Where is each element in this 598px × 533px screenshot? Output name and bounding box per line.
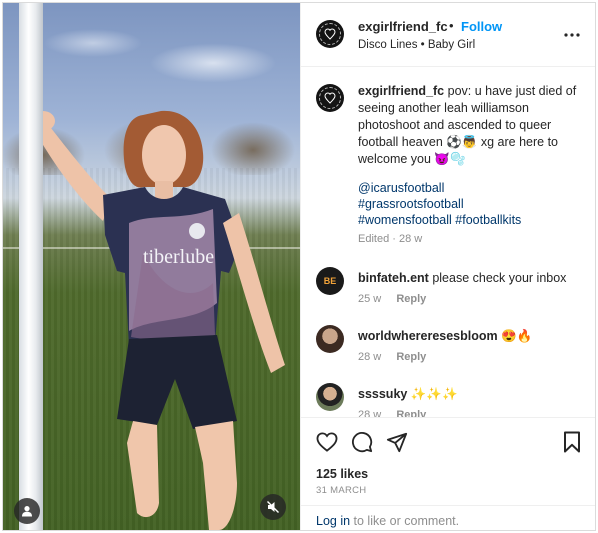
- tagged-users-button[interactable]: [14, 498, 40, 524]
- comment-username[interactable]: ssssuky: [358, 387, 407, 401]
- send-icon: [386, 432, 408, 453]
- likes-count[interactable]: 125 likes: [316, 467, 368, 481]
- hashtag-link[interactable]: #grassrootsfootball: [358, 196, 584, 212]
- comment-username[interactable]: worldwhereresesbloom: [358, 329, 498, 343]
- comment-text: binfateh.ent please check your inbox: [358, 271, 566, 285]
- more-horizontal-icon: [564, 33, 580, 37]
- reply-button[interactable]: Reply: [396, 293, 426, 305]
- caption-tags: @icarusfootball #grassrootsfootball #wom…: [358, 180, 584, 228]
- header-separator: •: [449, 18, 454, 33]
- share-button[interactable]: [385, 430, 409, 454]
- reply-button[interactable]: Reply: [396, 351, 426, 363]
- speaker-muted-icon: [267, 501, 279, 513]
- post-date[interactable]: 31 MARCH: [316, 485, 366, 496]
- post-side-panel: exgirlfriend_fc • Follow Disco Lines • B…: [300, 3, 595, 530]
- heart-icon: [316, 432, 338, 452]
- comment-meta: 25 w Reply: [358, 293, 426, 305]
- mute-button[interactable]: [260, 494, 286, 520]
- shirt-sponsor-text: tiberlube: [143, 246, 214, 268]
- more-options-button[interactable]: [562, 25, 582, 45]
- like-button[interactable]: [315, 430, 339, 454]
- comment-body: please check your inbox: [432, 271, 567, 285]
- comment-item: worldwhereresesbloom 😍🔥 28 w Reply: [301, 325, 595, 385]
- comment-time: 25 w: [358, 293, 382, 305]
- caption-avatar[interactable]: [316, 84, 344, 112]
- avatar[interactable]: BE: [316, 267, 344, 295]
- comment-meta: 28 w Reply: [358, 351, 426, 363]
- avatar[interactable]: [316, 383, 344, 411]
- login-prompt: Log in to like or comment.: [301, 505, 595, 530]
- comment-body: ✨✨✨: [410, 387, 458, 401]
- comment-time: 28 w: [358, 351, 382, 363]
- login-link[interactable]: Log in: [316, 514, 350, 528]
- follow-button[interactable]: Follow: [461, 19, 502, 34]
- login-prompt-text: Log in to like or comment.: [316, 514, 459, 528]
- header-username[interactable]: exgirlfriend_fc: [358, 19, 448, 34]
- comment-item: BE binfateh.ent please check your inbox …: [301, 267, 595, 327]
- comment-button[interactable]: [350, 430, 374, 454]
- avatar-initials: BE: [323, 276, 337, 286]
- avatar[interactable]: [316, 325, 344, 353]
- comment-meta: 28 w Reply: [358, 409, 426, 417]
- comment-username[interactable]: binfateh.ent: [358, 271, 429, 285]
- post-media[interactable]: tiberlube: [3, 3, 300, 530]
- mention-link[interactable]: @icarusfootball: [358, 180, 584, 196]
- comment-item: ssssuky ✨✨✨ 28 w Reply: [301, 383, 595, 417]
- goal-post: [19, 3, 43, 530]
- caption-username[interactable]: exgirlfriend_fc: [358, 84, 444, 98]
- reply-button[interactable]: Reply: [396, 409, 426, 417]
- player-figure: tiberlube: [33, 110, 285, 530]
- login-prompt-rest: to like or comment.: [350, 514, 460, 528]
- save-button[interactable]: [560, 430, 584, 454]
- bookmark-icon: [564, 431, 580, 453]
- comments-section[interactable]: exgirlfriend_fc pov: u have just died of…: [301, 67, 595, 417]
- post-actions: 125 likes 31 MARCH: [301, 417, 595, 505]
- caption-meta: Edited · 28 w: [358, 233, 423, 245]
- comment-text: worldwhereresesbloom 😍🔥: [358, 329, 532, 344]
- comment-time: 28 w: [358, 409, 382, 417]
- avatar[interactable]: [316, 20, 344, 48]
- club-logo-icon: [324, 92, 336, 104]
- user-icon: [22, 506, 32, 517]
- instagram-post: tiberlube exgirlfriend_fc • Follow Disco…: [2, 2, 596, 531]
- post-header: exgirlfriend_fc • Follow Disco Lines • B…: [301, 3, 595, 67]
- hashtag-link[interactable]: #womensfootball #footballkits: [358, 212, 584, 228]
- comment-body: 😍🔥: [501, 329, 533, 343]
- comment-bubble-icon: [351, 431, 373, 453]
- comment-text: ssssuky ✨✨✨: [358, 387, 458, 402]
- club-logo-icon: [324, 28, 336, 40]
- post-caption: exgirlfriend_fc pov: u have just died of…: [358, 83, 584, 168]
- audio-track-link[interactable]: Disco Lines • Baby Girl: [358, 39, 475, 51]
